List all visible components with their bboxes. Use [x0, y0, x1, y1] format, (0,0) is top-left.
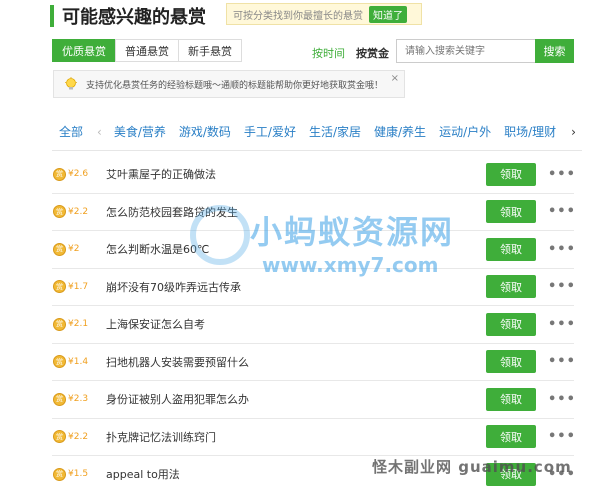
- claim-button[interactable]: 领取: [486, 350, 536, 374]
- claim-button[interactable]: 领取: [486, 200, 536, 224]
- more-options-icon[interactable]: •••: [548, 242, 576, 257]
- tab-normal[interactable]: 普通悬赏: [115, 39, 179, 62]
- claim-button[interactable]: 领取: [486, 275, 536, 299]
- category-item[interactable]: 健康/养生: [374, 123, 426, 140]
- claim-button[interactable]: 领取: [486, 162, 536, 186]
- coin-icon: 赏: [53, 280, 66, 294]
- more-options-icon[interactable]: •••: [548, 204, 576, 219]
- coin-icon: 赏: [53, 430, 66, 444]
- tab-quality[interactable]: 优质悬赏: [52, 39, 116, 62]
- footer-watermark: 怪木副业网 guaimu.com: [372, 458, 572, 476]
- reward-amount: ¥2: [68, 244, 80, 255]
- hint-ok-button[interactable]: 知道了: [369, 5, 407, 23]
- page-header: 可能感兴趣的悬赏: [50, 4, 206, 28]
- reward-tabs: 优质悬赏 普通悬赏 新手悬赏: [52, 39, 242, 62]
- claim-button[interactable]: 领取: [486, 425, 536, 449]
- reward-amount: ¥2.2: [68, 206, 89, 217]
- reward-amount: ¥1.5: [68, 469, 89, 480]
- question-list: 赏 ¥2.6 艾叶熏屋子的正确做法 领取 ••• 赏 ¥2.2 怎么防范校园套路…: [52, 156, 576, 492]
- category-all[interactable]: 全部: [59, 123, 83, 140]
- reward-amount: ¥1.4: [68, 356, 89, 367]
- coin-icon: 赏: [53, 242, 66, 256]
- title-accent-bar: [50, 5, 54, 27]
- reward-amount: ¥2.1: [68, 319, 89, 330]
- reward-amount: ¥2.6: [68, 169, 89, 180]
- coin-icon: 赏: [53, 317, 66, 331]
- list-item: 赏 ¥2 怎么判断水温是60℃ 领取 •••: [52, 231, 576, 269]
- sort-by-reward[interactable]: 按赏金: [356, 45, 389, 61]
- lightbulb-icon: [65, 77, 77, 90]
- reward-amount: ¥1.7: [68, 281, 89, 292]
- list-item: 赏 ¥2.1 上海保安证怎么自考 领取 •••: [52, 306, 576, 344]
- list-item: 赏 ¥1.4 扫地机器人安装需要预留什么 领取 •••: [52, 344, 576, 381]
- category-item[interactable]: 运动/户外: [439, 123, 491, 140]
- claim-button[interactable]: 领取: [486, 312, 536, 336]
- chevron-left-icon[interactable]: ‹: [97, 125, 102, 139]
- sort-by-time[interactable]: 按时间: [312, 45, 345, 61]
- category-item[interactable]: 生活/家居: [309, 123, 361, 140]
- category-item[interactable]: 游戏/数码: [179, 123, 231, 140]
- close-icon[interactable]: ×: [391, 73, 399, 84]
- category-bar: 全部 ‹ 美食/营养 游戏/数码 手工/爱好 生活/家居 健康/养生 运动/户外…: [52, 113, 582, 151]
- tab-newbie[interactable]: 新手悬赏: [178, 39, 242, 62]
- hint-box: 可按分类找到你最擅长的悬赏 知道了: [226, 3, 422, 25]
- category-item[interactable]: 职场/理财: [504, 123, 556, 140]
- reward-amount: ¥2.3: [68, 394, 89, 405]
- claim-button[interactable]: 领取: [486, 237, 536, 261]
- coin-icon: 赏: [53, 205, 66, 219]
- list-item: 赏 ¥2.3 身份证被别人盗用犯罪怎么办 领取 •••: [52, 381, 576, 419]
- category-item[interactable]: 手工/爱好: [244, 123, 296, 140]
- tip-text: 支持优化悬赏任务的经验标题哦～通顺的标题能帮助你更好地获取赏金哦！: [86, 80, 384, 91]
- page-title: 可能感兴趣的悬赏: [62, 7, 206, 28]
- more-options-icon[interactable]: •••: [548, 317, 576, 332]
- reward-amount: ¥2.2: [68, 431, 89, 442]
- search-input[interactable]: [396, 39, 536, 63]
- more-options-icon[interactable]: •••: [548, 279, 576, 294]
- chevron-right-icon[interactable]: ›: [571, 125, 576, 139]
- coin-icon: 赏: [53, 167, 66, 181]
- category-item[interactable]: 美食/营养: [114, 123, 166, 140]
- list-item: 赏 ¥2.6 艾叶熏屋子的正确做法 领取 •••: [52, 156, 576, 194]
- coin-icon: 赏: [53, 355, 66, 369]
- search-button[interactable]: 搜索: [535, 39, 574, 63]
- list-item: 赏 ¥1.7 崩坏没有70级咋弄远古传承 领取 •••: [52, 269, 576, 306]
- more-options-icon[interactable]: •••: [548, 167, 576, 182]
- more-options-icon[interactable]: •••: [548, 354, 576, 369]
- list-item: 赏 ¥2.2 扑克牌记忆法训练窍门 领取 •••: [52, 419, 576, 456]
- hint-text: 可按分类找到你最擅长的悬赏: [233, 10, 363, 22]
- more-options-icon[interactable]: •••: [548, 392, 576, 407]
- claim-button[interactable]: 领取: [486, 387, 536, 411]
- list-item: 赏 ¥2.2 怎么防范校园套路贷的发生 领取 •••: [52, 194, 576, 231]
- coin-icon: 赏: [53, 392, 66, 406]
- tip-banner: 支持优化悬赏任务的经验标题哦～通顺的标题能帮助你更好地获取赏金哦！ ×: [53, 70, 405, 98]
- coin-icon: 赏: [53, 467, 66, 481]
- more-options-icon[interactable]: •••: [548, 429, 576, 444]
